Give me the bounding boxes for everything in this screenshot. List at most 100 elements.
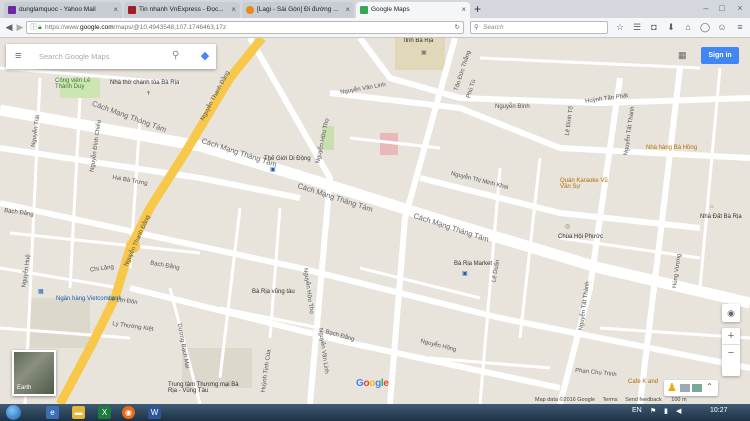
map-canvas[interactable]: Cách Mạng Tháng Tám Cách Mạng Tháng Tám … xyxy=(0,38,750,404)
poi-cong-vien[interactable]: Công viên Lê Thành Duy xyxy=(55,78,97,90)
sign-in-button[interactable]: Sign in xyxy=(701,47,739,64)
home-icon[interactable]: ⌂ xyxy=(682,21,694,33)
zoom-in-button[interactable]: + xyxy=(722,328,740,344)
zoom-control: + − xyxy=(722,328,740,376)
market-icon[interactable]: ▣ xyxy=(462,270,468,277)
google-logo: Google xyxy=(356,378,389,389)
lock-icon: 🔒︎ xyxy=(38,24,42,31)
network-icon[interactable]: ▮ xyxy=(664,407,668,415)
close-window-icon[interactable]: × xyxy=(734,2,746,14)
poi-chua-hoi-phuoc[interactable]: Chùa Hội Phước xyxy=(558,234,603,240)
pegman-icon[interactable]: ♟ xyxy=(667,381,677,394)
send-feedback-link[interactable]: Send feedback xyxy=(625,397,662,403)
forum-favicon-icon xyxy=(246,6,254,14)
browser-search-field[interactable]: ⚲ Search xyxy=(470,21,608,34)
scale-label[interactable]: 100 m xyxy=(671,397,686,403)
forward-icon[interactable]: ▶ xyxy=(14,21,26,33)
pocket-icon[interactable]: ◘ xyxy=(648,21,660,33)
tab-vnexpress[interactable]: Tin nhanh VnExpress - Đọc... × xyxy=(124,2,240,18)
url-path: /maps/@10.4943548,107.1746463,17z xyxy=(113,24,227,31)
poi-nha-hang[interactable]: Nhà hàng Bà Hồng xyxy=(646,145,697,151)
street-label: Nguyễn Bính xyxy=(495,104,530,110)
word-icon[interactable]: W xyxy=(148,406,161,419)
apps-grid-icon[interactable]: ▦ xyxy=(678,50,688,60)
firefox-icon[interactable]: ◉ xyxy=(122,406,135,419)
bookmark-star-icon[interactable]: ☆ xyxy=(614,21,626,33)
map-roads xyxy=(0,38,750,404)
new-tab-button[interactable]: + xyxy=(474,2,481,16)
menu-icon[interactable]: ≡ xyxy=(734,21,746,33)
maximize-icon[interactable]: □ xyxy=(716,2,728,14)
tab-yahoo-mail[interactable]: dunglamquoc - Yahoo Mail × xyxy=(4,2,122,18)
tab-title: Tin nhanh VnExpress - Đọc... xyxy=(139,6,224,13)
tab-title: Google Maps xyxy=(371,6,410,13)
tab-lagi-saigon[interactable]: [Lagi - Sài Gòn] Đi đường ... × xyxy=(242,2,354,18)
poi-nha-dat[interactable]: Nhà Đất Bà Rịa xyxy=(700,214,742,220)
map-data-credit: Map data ©2016 Google xyxy=(535,397,596,403)
map-footer: Map data ©2016 Google Terms Send feedbac… xyxy=(535,397,687,403)
bookmarks-list-icon[interactable]: ☰ xyxy=(631,21,643,33)
thumbnail-icon[interactable] xyxy=(680,384,690,392)
yahoo-favicon-icon xyxy=(8,6,16,14)
tab-title: [Lagi - Sài Gòn] Đi đường ... xyxy=(257,6,339,13)
shopping-icon[interactable]: ▣ xyxy=(270,166,276,173)
search-placeholder: Search xyxy=(483,24,504,31)
directions-icon[interactable]: ◆ xyxy=(198,49,212,63)
explorer-folder-icon[interactable]: ▬ xyxy=(72,406,85,419)
taskbar: e ▬ X ◉ W EN ⚑ ▮ ◀ 10:27 xyxy=(0,404,750,421)
house-icon[interactable]: ⌂ xyxy=(710,204,714,210)
map-search-placeholder[interactable]: Search Google Maps xyxy=(39,52,109,61)
tab-title: dunglamquoc - Yahoo Mail xyxy=(19,6,96,13)
excel-icon[interactable]: X xyxy=(98,406,111,419)
terms-link[interactable]: Terms xyxy=(603,397,618,403)
flag-icon[interactable]: ⚑ xyxy=(650,407,656,415)
url-bar[interactable]: ⓘ 🔒︎ https://www.google.com/maps/@10.494… xyxy=(26,21,464,34)
url-prefix: https://www. xyxy=(45,24,81,31)
poi-tinh-ba-ria[interactable]: tỉnh Bà Rịa xyxy=(404,38,433,44)
info-icon[interactable]: ⓘ xyxy=(30,22,37,33)
vnexpress-favicon-icon xyxy=(128,6,136,14)
poi-the-gioi-di-dong[interactable]: Thế Giới Di Động xyxy=(264,156,311,162)
start-button[interactable] xyxy=(6,405,21,420)
download-icon[interactable]: ⬇ xyxy=(665,21,677,33)
poi-cafe[interactable]: Cafe K and xyxy=(628,379,658,385)
navigation-bar: ◀ ▶ ⓘ 🔒︎ https://www.google.com/maps/@10… xyxy=(0,18,750,38)
close-tab-icon[interactable]: × xyxy=(345,2,350,18)
poi-ba-ria-market[interactable]: Bà Rịa Market xyxy=(454,261,492,267)
hamburger-menu-icon[interactable]: ≡ xyxy=(15,51,21,62)
close-tab-icon[interactable]: × xyxy=(461,2,466,18)
browser-tab-bar: dunglamquoc - Yahoo Mail × Tin nhanh VnE… xyxy=(0,0,750,19)
thumbnail-icon[interactable] xyxy=(692,384,702,392)
earth-label: Earth xyxy=(17,385,32,391)
temple-icon[interactable]: ◎ xyxy=(565,223,570,230)
hello-icon[interactable]: ☺ xyxy=(716,21,728,33)
poi-nha-tho[interactable]: Nhà thờ chánh tòa Bà Rịa xyxy=(110,80,179,86)
close-tab-icon[interactable]: × xyxy=(113,2,118,18)
poi-ba-ria-vung-tau[interactable]: Bà Rịa vũng tàu xyxy=(252,289,295,295)
map-search-box[interactable]: ≡ Search Google Maps ⚲ ◆ xyxy=(6,44,216,69)
search-icon: ⚲ xyxy=(474,24,479,31)
street-view-strip[interactable]: ♟ ⌃ xyxy=(664,380,718,396)
poi-vietcombank[interactable]: Ngân hàng Vietcombank xyxy=(56,296,122,302)
close-tab-icon[interactable]: × xyxy=(231,2,236,18)
bank-icon[interactable]: ▦ xyxy=(38,288,44,295)
ie-icon[interactable]: e xyxy=(46,406,59,419)
minimize-icon[interactable]: – xyxy=(700,2,712,14)
reload-icon[interactable]: ↻ xyxy=(455,22,460,33)
language-indicator[interactable]: EN xyxy=(632,407,642,414)
url-domain: google.com xyxy=(80,24,114,31)
building-icon[interactable]: ▣ xyxy=(421,49,427,56)
clock[interactable]: 10:27 xyxy=(710,407,728,414)
google-maps-favicon-icon xyxy=(360,6,368,14)
poi-trung-tam-thuong-mai[interactable]: Trung tâm Thương mại Bà Rịa - Vũng Tàu xyxy=(168,382,248,394)
church-icon[interactable]: ✝ xyxy=(146,90,151,97)
chat-icon[interactable]: ◯ xyxy=(699,21,711,33)
zoom-out-button[interactable]: − xyxy=(722,344,740,361)
earth-toggle[interactable]: Earth xyxy=(12,350,56,396)
poi-karaoke[interactable]: Quán Karaoke Vũ Văn Sự xyxy=(560,178,610,190)
volume-icon[interactable]: ◀ xyxy=(676,407,681,415)
expand-icon[interactable]: ⌃ xyxy=(706,382,713,391)
tab-google-maps[interactable]: Google Maps × xyxy=(356,2,470,18)
search-icon[interactable]: ⚲ xyxy=(172,50,179,61)
my-location-button[interactable]: ◉ xyxy=(722,304,740,322)
